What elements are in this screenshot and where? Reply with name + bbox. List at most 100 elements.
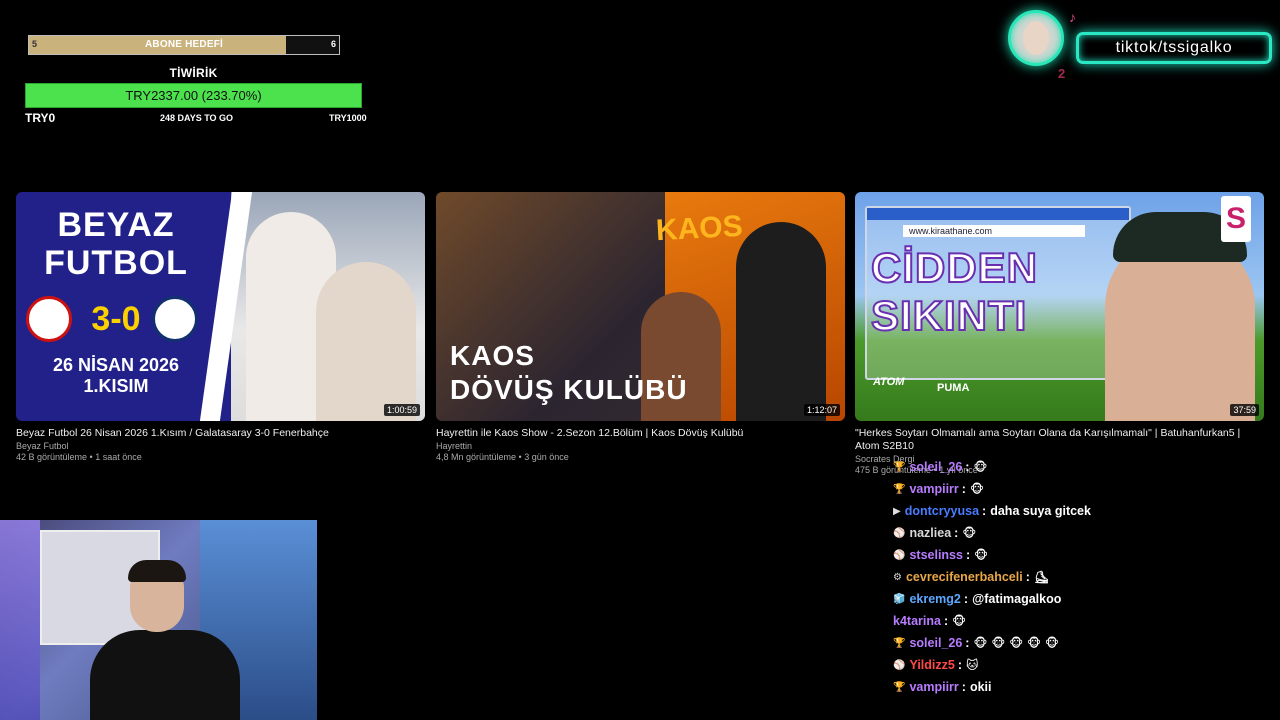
chat-badge-icon: 🏆	[893, 483, 906, 495]
video-duration: 1:00:59	[383, 404, 420, 416]
chat-emote-icon: 🐵	[1009, 636, 1024, 650]
chat-badge-icon: 🏆	[893, 637, 906, 649]
music-note-icon: ♪	[1069, 9, 1076, 25]
thumb-brand: KAOS	[655, 209, 744, 248]
chat-username: soleil_26	[909, 460, 963, 474]
chat-message: k4tarina: 🐵	[893, 610, 1273, 632]
chat-emote-icon: 🐵	[973, 636, 988, 650]
thumb-text: 26 NİSAN 2026	[52, 355, 180, 375]
chat-emote-icon: 🐵	[1044, 636, 1059, 650]
chat-username: ekremg2	[909, 592, 961, 606]
chat-separator: :	[965, 636, 970, 650]
subscriber-goal-end: 6	[330, 39, 336, 49]
chat-message: ▶ dontcryyusa: daha suya gitcek	[893, 500, 1273, 522]
chat-text: okii	[969, 680, 992, 694]
webcam-streamer	[90, 630, 240, 720]
chat-separator: :	[957, 658, 963, 672]
chat-separator: :	[943, 614, 949, 628]
chat-message: 🏆 vampiirr: 🐵	[893, 478, 1273, 500]
thumb-text: SIKINTI	[870, 291, 1028, 340]
tiktok-number: 2	[1058, 66, 1066, 81]
chat-separator: :	[1025, 570, 1030, 584]
chat-separator: :	[963, 592, 969, 606]
chat-text: daha suya gitcek	[990, 504, 1091, 518]
chat-emote-icon: 🐵	[952, 614, 966, 628]
donation-goal-title: TİWİRİK	[169, 66, 218, 80]
chat-emote-icon: 🐵	[962, 526, 977, 540]
tiktok-handle: tiktok/tssigalko	[1115, 39, 1233, 56]
chat-message: 🏆 soleil_26: 🐵	[893, 456, 1273, 478]
donation-goal-days: 248 DAYS TO GO	[160, 113, 234, 123]
video-card-3[interactable]: www.kiraathane.com CİDDEN SIKINTI S ATOM…	[855, 192, 1264, 475]
chat-separator: :	[954, 526, 959, 540]
chat-message: ⚙ cevrecifenerbahceli: ⛸	[893, 566, 1273, 588]
donation-goal-bar: TRY2337.00 (233.70%)	[25, 83, 362, 108]
thumb-brand: ATOM	[873, 376, 905, 388]
thumb-text: BEYAZ	[57, 206, 175, 244]
video-thumbnail-2[interactable]: KAOS KAOS DÖVÜŞ KULÜBÜ 1:12:07	[436, 192, 845, 421]
video-thumbnail-3[interactable]: www.kiraathane.com CİDDEN SIKINTI S ATOM…	[855, 192, 1264, 421]
video-meta: 42 B görüntüleme • 1 saat önce	[16, 452, 142, 462]
chat-username: vampiirr	[909, 680, 959, 694]
thumb-url: www.kiraathane.com	[903, 225, 1085, 237]
chat-badge-icon: ⚾	[893, 527, 906, 539]
chat-username: dontcryyusa	[904, 504, 980, 518]
chat-emote-icon: ⛸	[1033, 570, 1050, 584]
chat-separator: :	[982, 504, 987, 518]
avatar-face	[1023, 21, 1049, 55]
video-card-2[interactable]: KAOS KAOS DÖVÜŞ KULÜBÜ 1:12:07 Hayrettin…	[436, 192, 845, 462]
chat-username: cevrecifenerbahceli	[905, 570, 1023, 584]
chat-username: soleil_26	[909, 636, 963, 650]
chat-message: ⚾ nazliea: 🐵	[893, 522, 1273, 544]
webcam-light	[0, 520, 40, 720]
tiktok-handle-box: tiktok/tssigalko	[1076, 32, 1272, 64]
thumb-brand: PUMA	[937, 382, 970, 394]
chat-separator: :	[965, 548, 971, 562]
chat-emote-icon: 🐵	[974, 548, 989, 562]
socrates-logo-icon: S	[1221, 196, 1251, 242]
chat-username: stselinss	[909, 548, 963, 562]
video-thumbnail-1[interactable]: BEYAZ FUTBOL 3-0 26 NİSAN 2026 1.KISIM 1…	[16, 192, 425, 421]
thumb-text: CİDDEN	[870, 243, 1039, 292]
donation-goal-start: TRY0	[25, 111, 56, 125]
chat-badge-icon: ⚙	[893, 571, 902, 583]
video-duration: 1:12:07	[803, 404, 840, 416]
webcam-streamer-hair	[128, 560, 186, 582]
chat-text: @fatimagalkoo	[972, 592, 1062, 606]
video-meta: 4,8 Mn görüntüleme • 3 gün önce	[436, 452, 569, 462]
thumb-person	[736, 222, 826, 421]
chat-badge-icon: 🧊	[893, 593, 906, 605]
chat-emote-icon: 🐵	[991, 636, 1006, 650]
chat-separator: :	[961, 680, 966, 694]
chat-message: 🧊 ekremg2: @fatimagalkoo	[893, 588, 1273, 610]
video-channel[interactable]: Beyaz Futbol	[16, 441, 425, 451]
donation-goal-amount: TRY2337.00 (233.70%)	[125, 88, 262, 103]
chat-overlay: 🏆 soleil_26: 🐵 🏆 vampiirr: 🐵 ▶ dontcryyusa: daha…	[893, 456, 1273, 698]
tiktok-avatar	[1008, 10, 1064, 66]
chat-badge-icon: 🏆	[893, 681, 906, 693]
subscriber-goal-label: ABONE HEDEFİ	[145, 39, 223, 50]
chat-emote-icon: 🐱	[966, 658, 979, 672]
chat-username: Yildizz5	[909, 658, 955, 672]
thumb-window-titlebar	[867, 208, 1129, 220]
thumb-person	[316, 262, 416, 421]
chat-message: 🏆 soleil_26: 🐵 🐵 🐵 🐵 🐵	[893, 632, 1273, 654]
video-card-1[interactable]: BEYAZ FUTBOL 3-0 26 NİSAN 2026 1.KISIM 1…	[16, 192, 425, 462]
chat-username: vampiirr	[909, 482, 959, 496]
thumb-text: FUTBOL	[44, 244, 188, 282]
thumb-text: KAOS	[450, 340, 535, 371]
thumb-text: DÖVÜŞ KULÜBÜ	[450, 374, 688, 405]
video-title[interactable]: Hayrettin ile Kaos Show - 2.Sezon 12.Böl…	[436, 427, 845, 440]
chat-separator: :	[965, 460, 970, 474]
donation-goal-target: TRY1000	[329, 113, 367, 123]
chat-username: k4tarina	[893, 614, 941, 628]
chat-separator: :	[961, 482, 966, 496]
chat-username: nazliea	[909, 526, 952, 540]
video-title[interactable]: "Herkes Soytarı Olmamalı ama Soytarı Ola…	[855, 427, 1264, 453]
video-title[interactable]: Beyaz Futbol 26 Nisan 2026 1.Kısım / Gal…	[16, 427, 425, 440]
chat-badge-icon: ⚾	[893, 549, 906, 561]
video-channel[interactable]: Hayrettin	[436, 441, 845, 451]
fenerbahce-logo-icon	[152, 296, 198, 342]
video-duration: 37:59	[1230, 404, 1259, 416]
chat-message: ⚾ Yildizz5: 🐱	[893, 654, 1273, 676]
